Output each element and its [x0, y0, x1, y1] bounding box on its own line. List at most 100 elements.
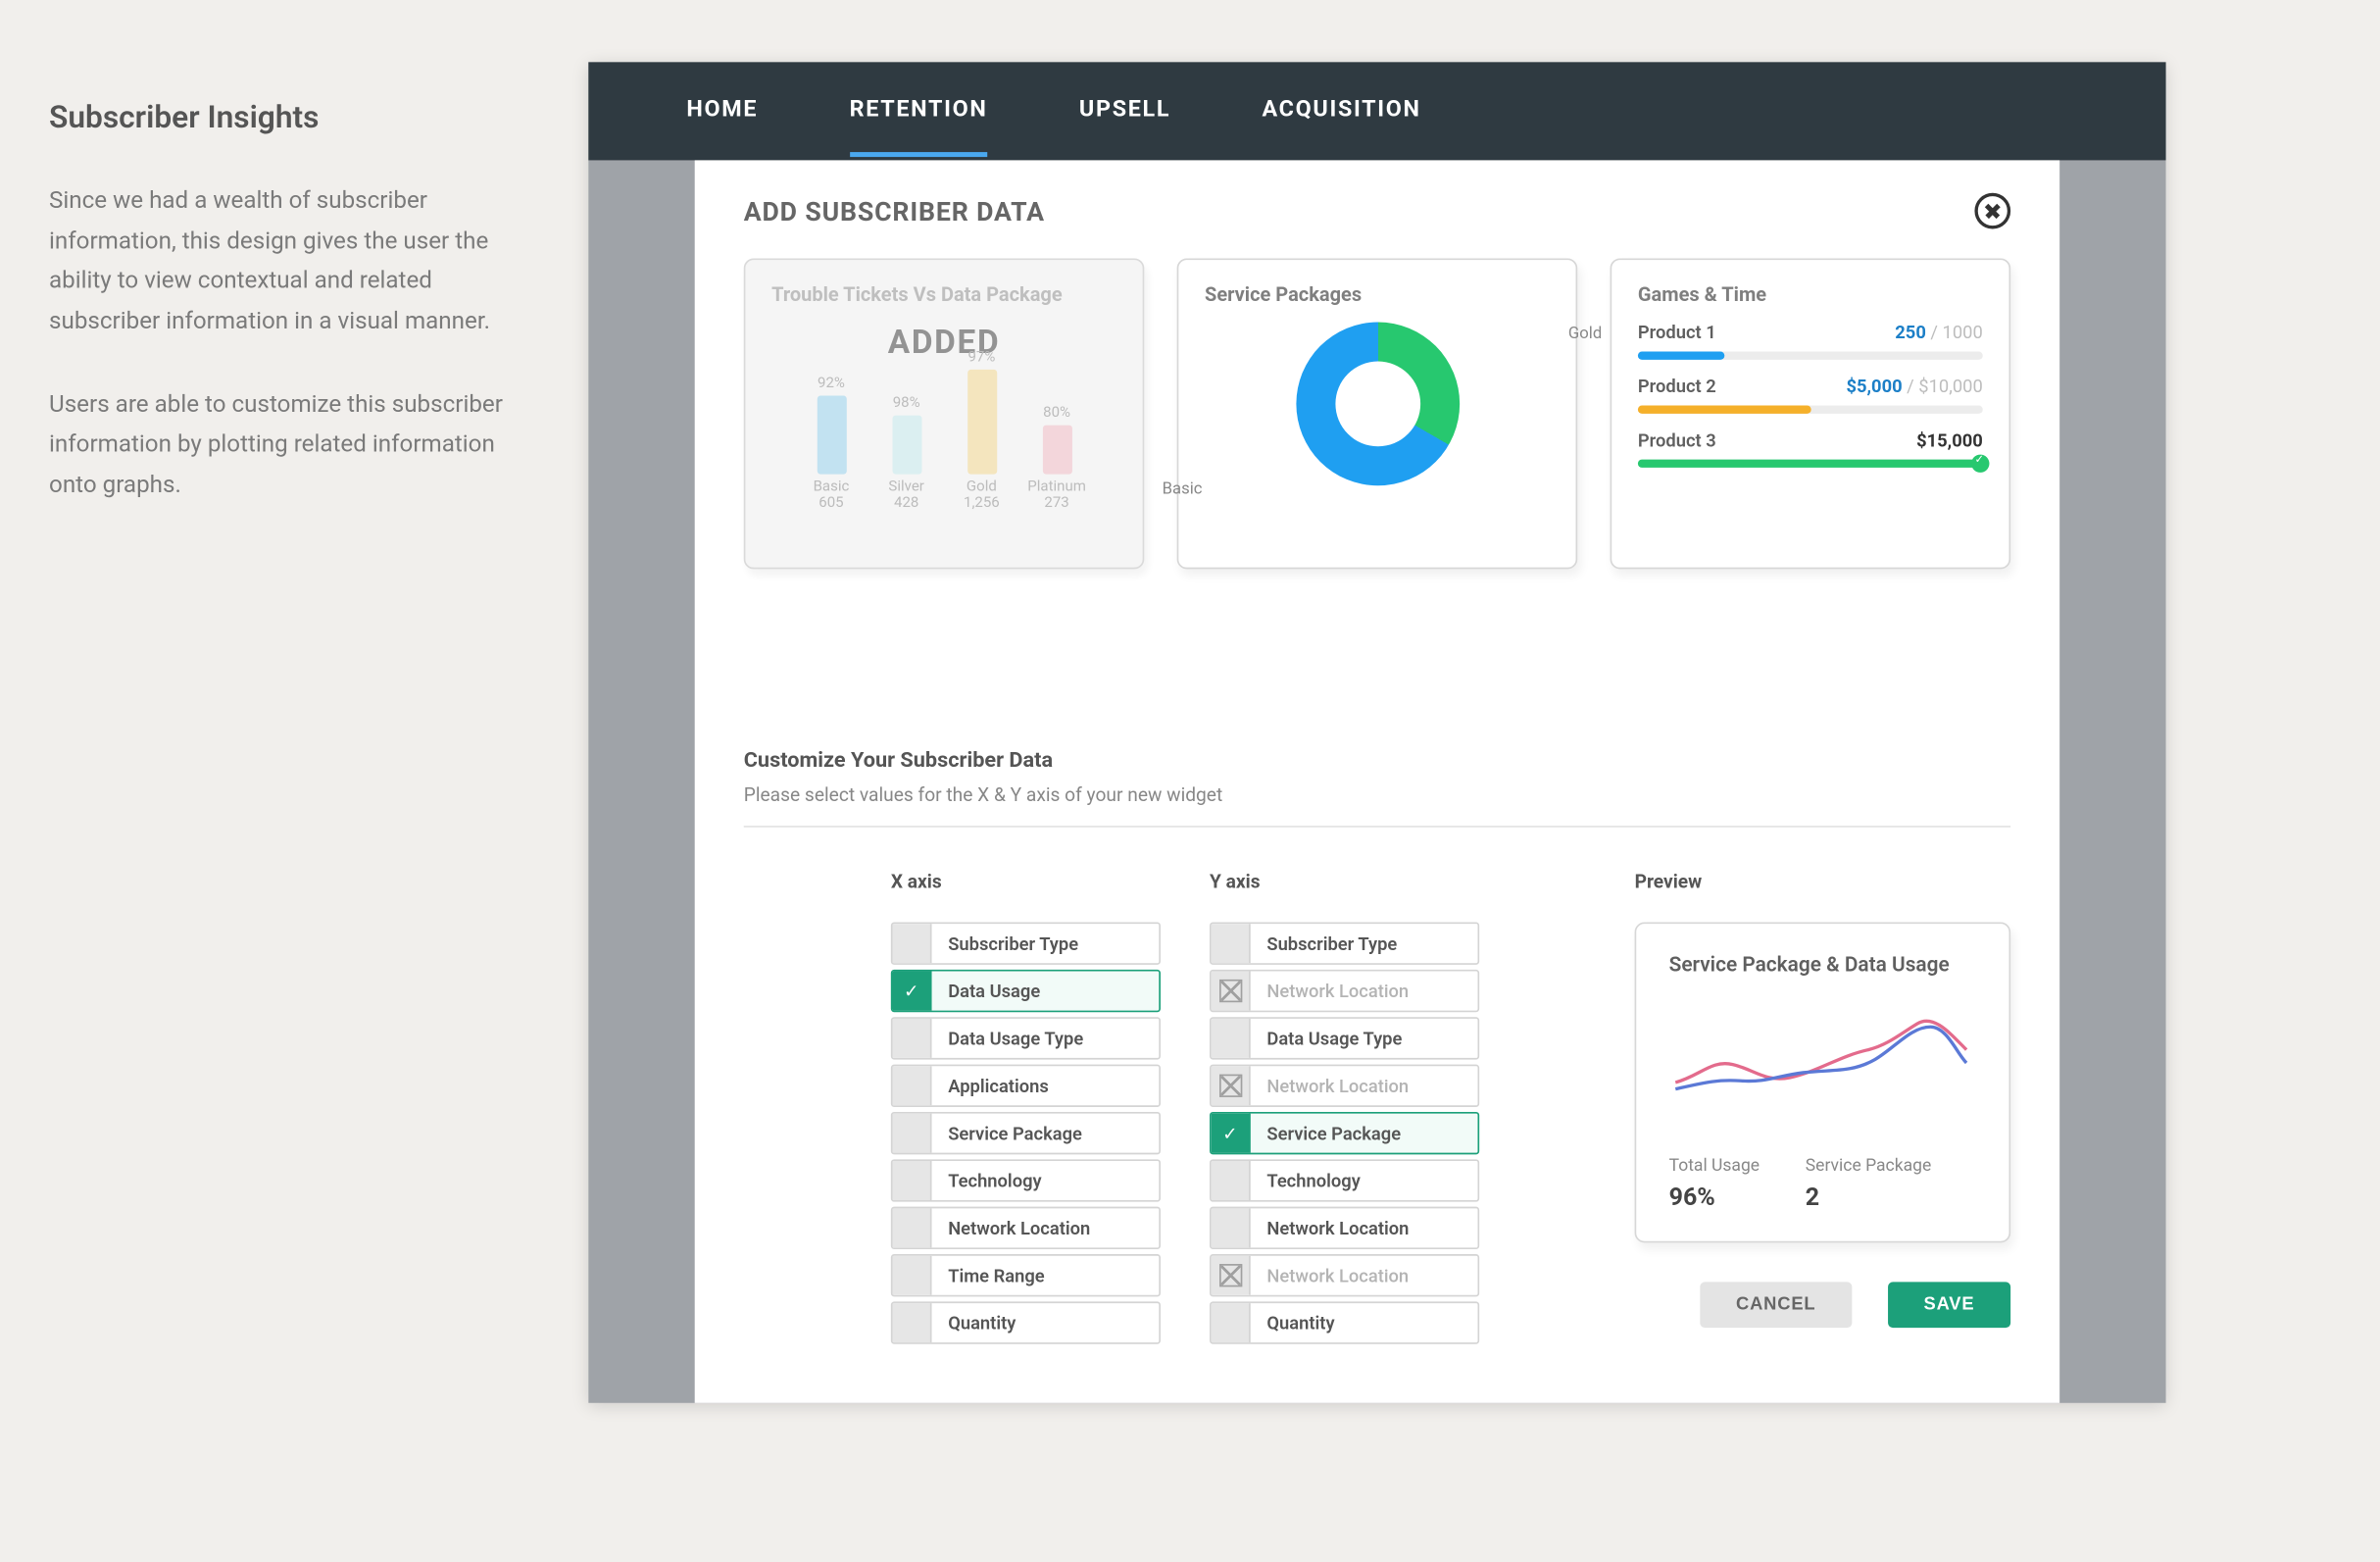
checkbox-icon	[1212, 1303, 1251, 1342]
progress-name: Product 2	[1638, 377, 1716, 398]
xaxis-option[interactable]: Time Range	[891, 1254, 1161, 1296]
option-label: Network Location	[932, 1208, 1160, 1247]
modal-title: ADD SUBSCRIBER DATA	[744, 195, 1045, 227]
progress-current: $5,000	[1846, 377, 1902, 398]
tab-upsell[interactable]: UPSELL	[1079, 67, 1170, 157]
bar-name: Platinum	[1027, 479, 1086, 496]
bar-value: 1,256	[964, 495, 1000, 512]
checkbox-icon	[1212, 924, 1251, 963]
option-label: Time Range	[932, 1256, 1160, 1295]
option-label: Data Usage Type	[1251, 1019, 1478, 1058]
bar-value: 605	[818, 495, 843, 512]
stat-value: 96%	[1669, 1183, 1760, 1212]
checkbox-icon	[1212, 1208, 1251, 1247]
donut-label-gold: Gold	[1568, 326, 1602, 343]
check-icon	[1971, 455, 1989, 473]
tab-acquisition[interactable]: ACQUISITION	[1263, 67, 1421, 157]
bar-icon	[817, 396, 846, 475]
added-badge: ADDED	[771, 323, 1116, 362]
stat-label: Service Package	[1806, 1154, 1931, 1176]
yaxis-option[interactable]: Quantity	[1210, 1301, 1479, 1343]
customize-heading: Customize Your Subscriber Data	[744, 749, 2010, 774]
preview-title: Service Package & Data Usage	[1669, 953, 1977, 978]
progress-bar	[1638, 460, 1983, 468]
xaxis-option[interactable]: Quantity	[891, 1301, 1161, 1343]
yaxis-option[interactable]: Technology	[1210, 1159, 1479, 1201]
stat-label: Total Usage	[1669, 1154, 1760, 1176]
yaxis-label: Y axis	[1210, 870, 1479, 892]
bar-value: 273	[1044, 495, 1068, 512]
checkbox-icon	[1212, 1019, 1251, 1058]
progress-row: Product 1 250 / 1000	[1638, 323, 1983, 360]
card-title: Games & Time	[1638, 282, 1983, 305]
bar-column: 98% Silver428	[883, 396, 929, 512]
progress-row: Product 3 $15,000	[1638, 430, 1983, 468]
option-label: Network Location	[1251, 972, 1478, 1011]
xaxis-option[interactable]: Applications	[891, 1065, 1161, 1107]
intro-text-2: Users are able to customize this subscri…	[49, 385, 539, 506]
close-icon[interactable]	[1974, 193, 2010, 229]
progress-value: $15,000	[1916, 430, 1983, 452]
bar-pct: 80%	[1043, 406, 1070, 423]
bar-pct: 92%	[818, 377, 845, 393]
yaxis-option[interactable]: Network Location	[1210, 1207, 1479, 1249]
checkbox-icon	[893, 1161, 932, 1200]
bar-name: Gold	[967, 479, 997, 496]
customize-subheading: Please select values for the X & Y axis …	[744, 783, 2010, 806]
tab-retention[interactable]: RETENTION	[850, 67, 988, 157]
option-label: Technology	[932, 1161, 1160, 1200]
progress-name: Product 1	[1638, 323, 1716, 344]
checkbox-icon	[1212, 1066, 1251, 1105]
save-button[interactable]: SAVE	[1888, 1282, 2010, 1328]
cancel-button[interactable]: CANCEL	[1700, 1282, 1852, 1328]
progress-name: Product 3	[1638, 430, 1716, 452]
divider	[744, 826, 2010, 828]
checkbox-icon: ✓	[1212, 1114, 1251, 1153]
bar-icon	[967, 370, 996, 475]
option-label: Service Package	[1251, 1114, 1478, 1153]
xaxis-option[interactable]: Service Package	[891, 1112, 1161, 1154]
checkbox-icon	[1212, 972, 1251, 1011]
xaxis-option[interactable]: ✓Data Usage	[891, 970, 1161, 1012]
bar-icon	[1042, 426, 1071, 475]
checkbox-icon	[893, 1303, 932, 1342]
page-title: Subscriber Insights	[49, 98, 539, 135]
checkbox-icon	[893, 1019, 932, 1058]
bar-pct: 98%	[893, 396, 920, 413]
bar-column: 92%Basic605	[809, 377, 855, 512]
bar-name: Silver	[888, 479, 923, 496]
xaxis-option[interactable]: Data Usage Type	[891, 1017, 1161, 1059]
option-label: Network Location	[1251, 1256, 1478, 1295]
checkbox-icon	[893, 924, 932, 963]
option-label: Subscriber Type	[1251, 924, 1478, 963]
progress-bar	[1638, 406, 1983, 414]
xaxis-option[interactable]: Subscriber Type	[891, 923, 1161, 965]
widget-card-games-time[interactable]: Games & Time Product 1250 / 1000Product …	[1611, 258, 2011, 569]
xaxis-option[interactable]: Technology	[891, 1159, 1161, 1201]
yaxis-option[interactable]: Data Usage Type	[1210, 1017, 1479, 1059]
preview-label: Preview	[1635, 870, 2011, 892]
option-label: Data Usage	[932, 972, 1160, 1011]
xaxis-label: X axis	[891, 870, 1161, 892]
widget-card-trouble-tickets[interactable]: Trouble Tickets Vs Data Package ADDED 92…	[744, 258, 1145, 569]
checkbox-icon	[1212, 1256, 1251, 1295]
progress-current: 250	[1895, 323, 1926, 344]
option-label: Applications	[932, 1066, 1160, 1105]
progress-max: / $10,000	[1907, 377, 1983, 398]
yaxis-option[interactable]: ✓Service Package	[1210, 1112, 1479, 1154]
widget-card-service-packages[interactable]: Service Packages Gold Basic	[1177, 258, 1578, 569]
xaxis-option[interactable]: Network Location	[891, 1207, 1161, 1249]
option-label: Service Package	[932, 1114, 1160, 1153]
bar-value: 428	[894, 495, 918, 512]
tab-home[interactable]: HOME	[686, 67, 758, 157]
card-title: Service Packages	[1205, 282, 1550, 305]
option-label: Subscriber Type	[932, 924, 1160, 963]
option-label: Network Location	[1251, 1066, 1478, 1105]
checkbox-icon	[1212, 1161, 1251, 1200]
yaxis-option[interactable]: Subscriber Type	[1210, 923, 1479, 965]
progress-max: / 1000	[1930, 323, 1982, 344]
option-label: Quantity	[1251, 1303, 1478, 1342]
yaxis-option: Network Location	[1210, 970, 1479, 1012]
top-nav: HOME RETENTION UPSELL ACQUISITION	[588, 62, 2165, 160]
bar-pct: 97%	[967, 350, 995, 367]
